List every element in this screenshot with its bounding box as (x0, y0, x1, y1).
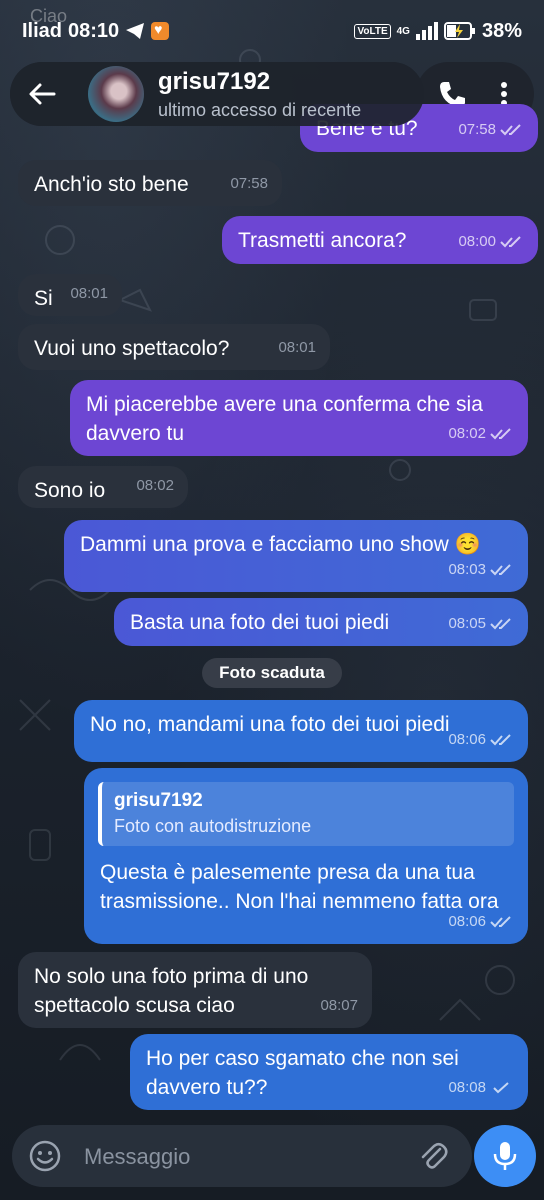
message-text: Ho per caso sgamato che non sei davvero … (146, 1047, 459, 1099)
double-check-icon (500, 123, 521, 135)
message-text: No no, mandami una foto dei tuoi piedi (90, 713, 450, 736)
message-incoming[interactable]: Anch'io sto bene 07:58 (18, 160, 282, 206)
carrier-label: Iliad (22, 19, 63, 42)
double-check-icon (490, 915, 511, 927)
attach-button[interactable] (416, 1139, 450, 1173)
message-meta: 08:05 (448, 609, 514, 638)
message-time: 07:58 (458, 121, 496, 138)
message-text: Anch'io sto bene (34, 173, 189, 196)
message-time: 08:01 (70, 285, 108, 302)
message-meta: 08:00 (458, 227, 524, 256)
message-time: 08:01 (278, 339, 316, 356)
double-check-icon (490, 427, 511, 439)
message-meta: 07:58 (458, 115, 524, 144)
header-content: grisu7192 ultimo accesso di recente (10, 62, 424, 126)
message-time: 08:06 (448, 913, 486, 930)
message-outgoing[interactable]: Ho per caso sgamato che non sei davvero … (130, 1034, 528, 1110)
message-time: 08:08 (448, 1079, 486, 1096)
message-time: 08:02 (136, 477, 174, 494)
message-time: 08:07 (320, 997, 358, 1014)
reply-preview: Foto con autodistruzione (114, 816, 312, 836)
network-type: 4G (396, 25, 410, 37)
message-text: Basta una foto dei tuoi piedi (130, 611, 390, 634)
avatar[interactable] (88, 66, 144, 122)
message-composer (12, 1125, 472, 1187)
signal-icon (415, 22, 438, 40)
battery-icon (443, 22, 475, 40)
message-time: 07:58 (230, 175, 268, 192)
message-meta: 08:06 (448, 725, 514, 754)
message-text: Vuoi uno spettacolo? (34, 337, 230, 360)
message-outgoing[interactable]: Dammi una prova e facciamo uno show ☺️ 0… (64, 520, 528, 592)
message-text: No solo una foto prima di uno spettacolo… (34, 965, 309, 1017)
message-time: 08:05 (448, 615, 486, 632)
emoji-button[interactable] (28, 1139, 62, 1173)
message-outgoing[interactable]: Basta una foto dei tuoi piedi 08:05 (114, 598, 528, 646)
message-incoming[interactable]: Si 08:01 (18, 274, 122, 316)
paperclip-icon (421, 1143, 448, 1169)
message-time: 08:02 (448, 425, 486, 442)
volte-badge: VoLTE (354, 23, 391, 39)
expired-photo-notice: Foto scaduta (202, 658, 342, 688)
message-text: Dammi una prova e facciamo uno show ☺️ (80, 533, 481, 556)
battery-percent: 38% (481, 19, 522, 42)
arrow-left-icon (29, 83, 56, 105)
microphone-icon (493, 1142, 517, 1170)
smiley-icon (29, 1140, 61, 1172)
message-meta: 08:02 (448, 419, 514, 448)
message-outgoing-reply[interactable]: grisu7192 Foto con autodistruzione Quest… (84, 768, 528, 944)
message-meta: 08:03 (448, 555, 514, 584)
double-check-icon (490, 617, 511, 629)
voice-record-button[interactable] (474, 1125, 536, 1187)
message-meta: 07:58 (230, 169, 268, 198)
message-text: Mi piacerebbe avere una conferma che sia… (86, 393, 483, 445)
message-meta: 08:01 (70, 279, 108, 308)
message-time: 08:06 (448, 731, 486, 748)
message-incoming[interactable]: Sono io 08:02 (18, 466, 188, 508)
check-icon (493, 1081, 509, 1093)
message-meta: 08:06 (448, 907, 514, 936)
clock: 08:10 (68, 19, 120, 42)
message-meta: 08:08 (448, 1073, 514, 1102)
app-notification-icon (151, 21, 170, 40)
message-time: 08:03 (448, 561, 486, 578)
message-meta: 08:07 (320, 991, 358, 1020)
message-incoming[interactable]: Vuoi uno spettacolo? 08:01 (18, 324, 330, 370)
message-meta: 08:01 (278, 333, 316, 362)
message-outgoing[interactable]: No no, mandami una foto dei tuoi piedi 0… (74, 700, 528, 762)
back-button[interactable] (20, 72, 64, 116)
message-text: Si (34, 287, 53, 310)
message-incoming[interactable]: No solo una foto prima di uno spettacolo… (18, 952, 372, 1028)
status-bar: Iliad 08:10 VoLTE 4G 38% (0, 0, 544, 62)
message-outgoing[interactable]: Trasmetti ancora? 08:00 (222, 216, 538, 264)
double-check-icon (500, 235, 521, 247)
double-check-icon (490, 563, 511, 575)
telegram-icon (126, 23, 145, 39)
message-text: Sono io (34, 479, 106, 502)
message-input[interactable] (82, 1139, 406, 1175)
reply-quote[interactable]: grisu7192 Foto con autodistruzione (98, 782, 514, 846)
double-check-icon (490, 733, 511, 745)
reply-author: grisu7192 (114, 790, 203, 811)
message-text: Questa è palesemente presa da una tua tr… (100, 861, 499, 913)
message-outgoing[interactable]: Mi piacerebbe avere una conferma che sia… (70, 380, 528, 456)
contact-name[interactable]: grisu7192 (158, 68, 270, 96)
message-meta: 08:02 (136, 471, 174, 500)
message-time: 08:00 (458, 233, 496, 250)
contact-status: ultimo accesso di recente (158, 100, 362, 120)
message-text: Trasmetti ancora? (238, 229, 407, 252)
